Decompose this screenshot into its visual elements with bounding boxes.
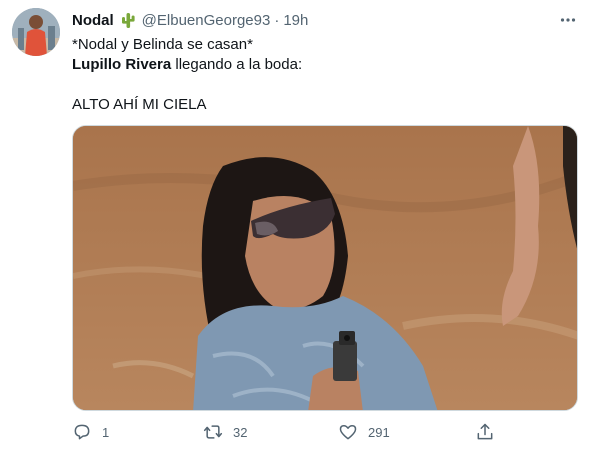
- tweet-text-bold: Lupillo Rivera: [72, 56, 172, 73]
- retweet-icon: [203, 425, 223, 439]
- reply-button[interactable]: 1: [72, 420, 109, 444]
- avatar[interactable]: [12, 8, 60, 56]
- display-name[interactable]: Nodal: [72, 12, 114, 29]
- tweet-text-line-1: *Nodal y Belinda se casan*: [72, 36, 253, 53]
- retweet-count: 32: [233, 424, 248, 440]
- more-button[interactable]: [556, 8, 580, 32]
- separator-dot: ·: [274, 11, 280, 29]
- reply-count: 1: [102, 424, 110, 440]
- avatar-image: [12, 8, 60, 56]
- share-icon: [477, 423, 493, 440]
- tweet-text-line-2: Lupillo Rivera llegando a la boda:: [72, 55, 302, 75]
- heart-icon: [339, 425, 357, 440]
- meme-photo: [73, 126, 577, 410]
- tweet-header: Nodal @ElbuenGeorge93 · 19h: [72, 9, 308, 31]
- timestamp[interactable]: 19h: [283, 12, 308, 29]
- like-button[interactable]: 291: [338, 420, 390, 444]
- tweet-text-rest: llegando a la boda:: [171, 56, 303, 73]
- reply-icon: [74, 424, 90, 440]
- share-button[interactable]: [475, 420, 495, 444]
- tweet-media-image[interactable]: [72, 125, 578, 411]
- tweet-actions: 1 32 291: [72, 420, 512, 444]
- like-count: 291: [368, 424, 390, 440]
- cactus-icon: [119, 11, 137, 29]
- tweet[interactable]: Nodal @ElbuenGeorge93 · 19h *Nodal y Bel…: [0, 0, 593, 450]
- retweet-button[interactable]: 32: [203, 420, 247, 444]
- more-horizontal-icon: [560, 18, 576, 22]
- tweet-text-line-3: ALTO AHÍ MI CIELA: [72, 96, 207, 113]
- user-handle[interactable]: @ElbuenGeorge93: [142, 12, 271, 29]
